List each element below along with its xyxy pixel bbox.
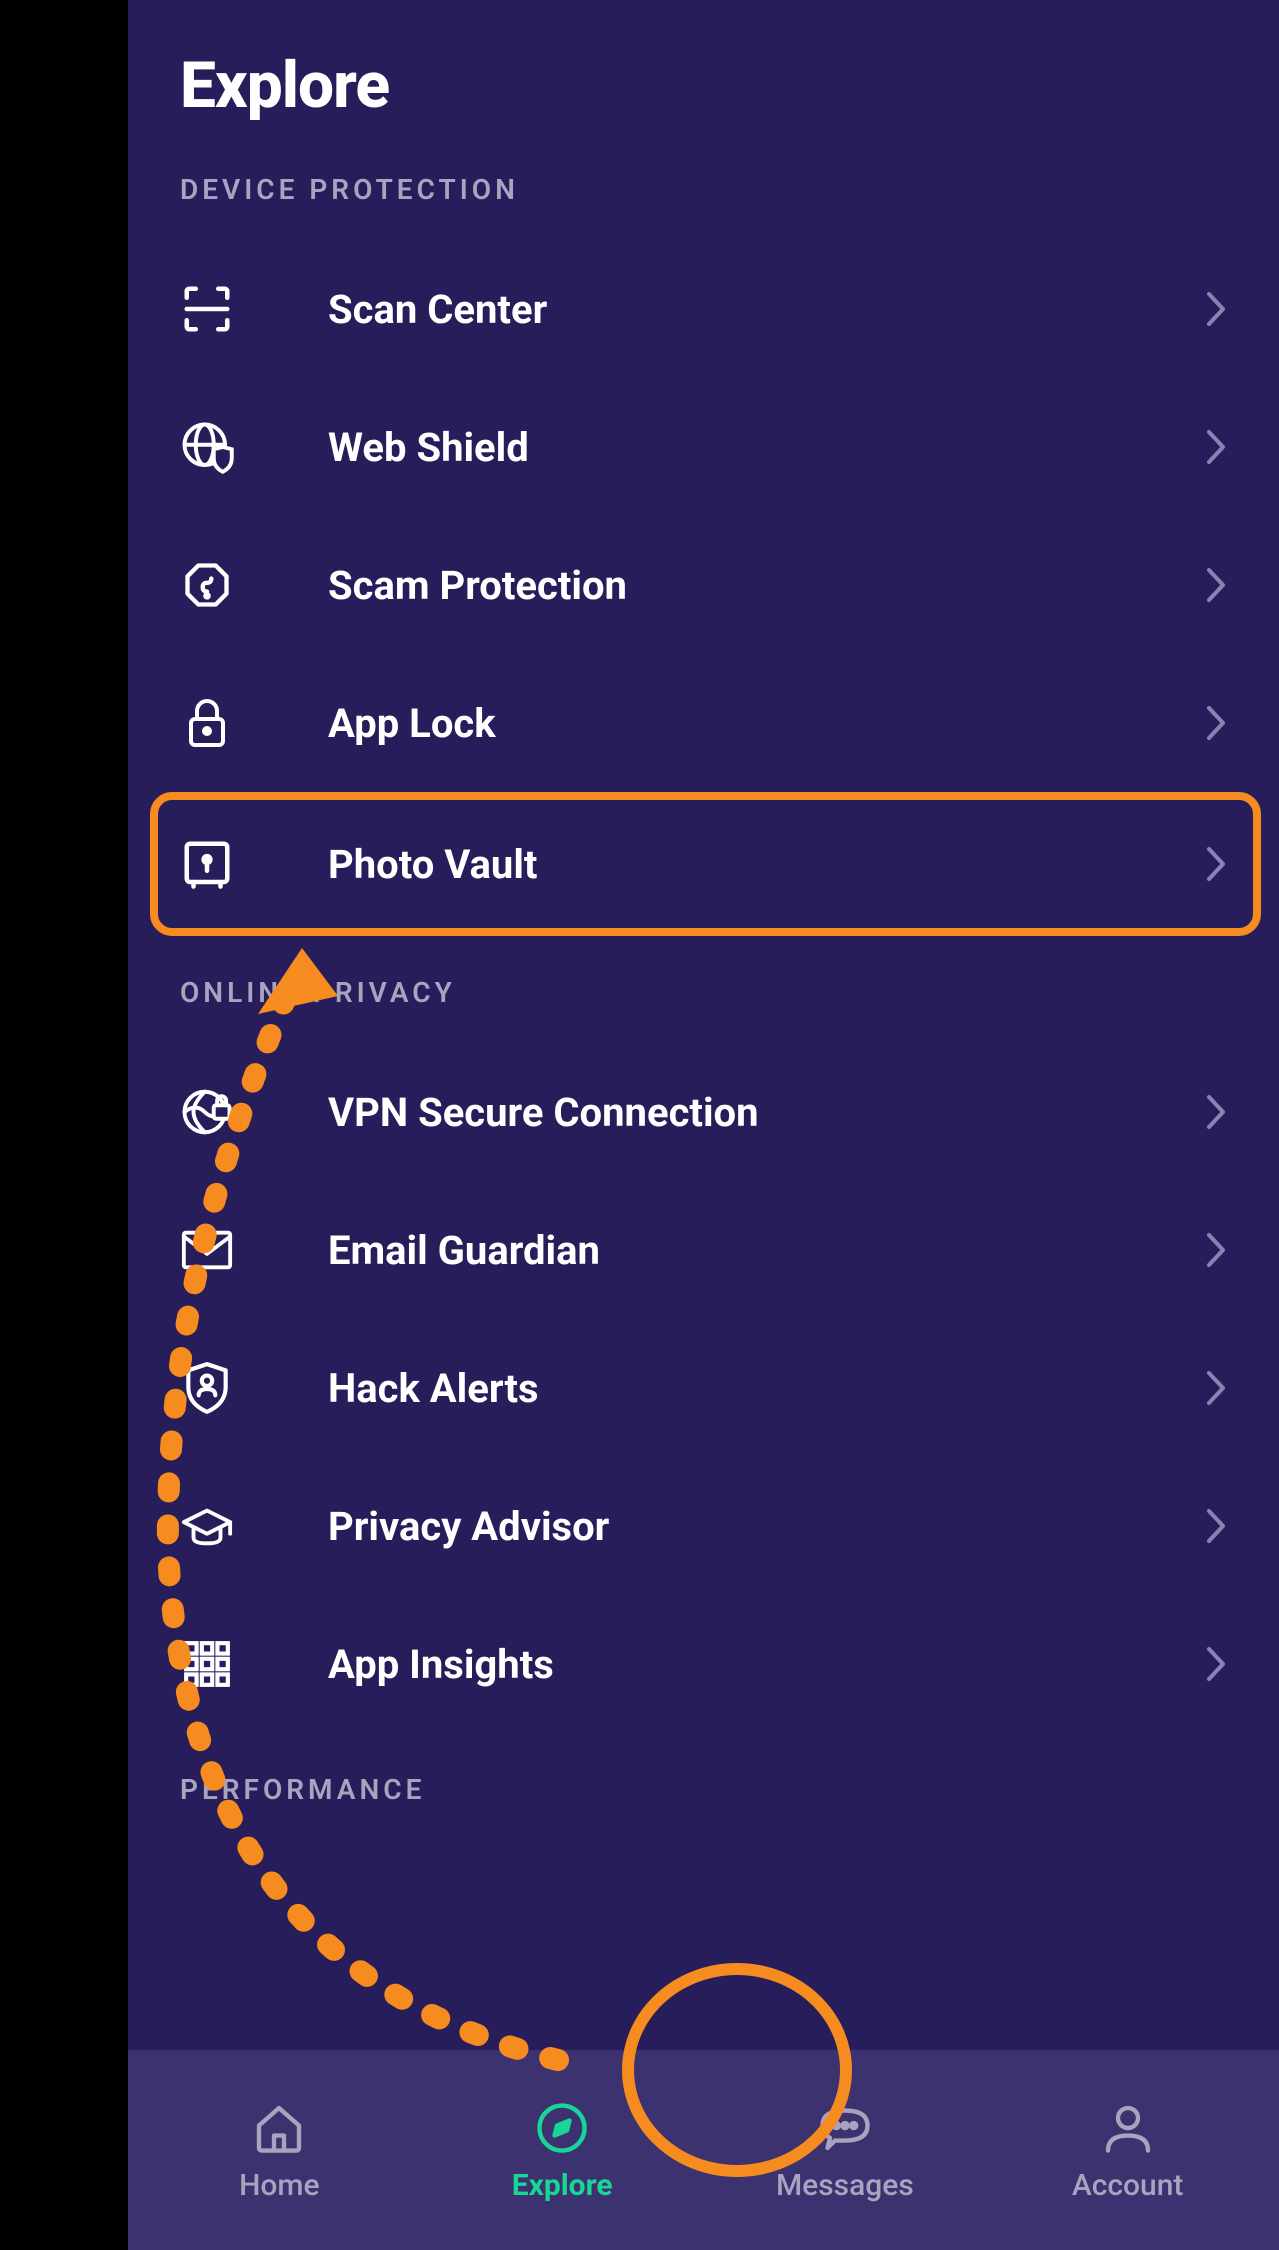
app-screen: Explore DEVICE PROTECTION Scan Center [128,0,1279,2250]
messages-icon [815,2098,875,2158]
chevron-right-icon [1203,566,1227,604]
chevron-right-icon [1203,845,1227,883]
item-label: Hack Alerts [234,1365,1203,1412]
chevron-right-icon [1203,1231,1227,1269]
tab-explore[interactable]: Explore [442,2098,682,2203]
item-scan-center[interactable]: Scan Center [180,240,1227,378]
tab-label: Messages [776,2168,914,2203]
vault-icon [180,836,234,892]
item-photo-vault[interactable]: Photo Vault [150,792,1261,936]
tab-label: Explore [512,2168,613,2203]
chevron-right-icon [1203,1093,1227,1131]
item-privacy-advisor[interactable]: Privacy Advisor [180,1457,1227,1595]
tab-label: Home [239,2168,320,2203]
item-scam-protection[interactable]: Scam Protection [180,516,1227,654]
section-device-protection-label: DEVICE PROTECTION [180,173,1227,206]
item-label: Web Shield [234,424,1203,471]
chevron-right-icon [1203,1645,1227,1683]
item-label: Scan Center [234,286,1203,333]
item-web-shield[interactable]: Web Shield [180,378,1227,516]
scroll-content: Explore DEVICE PROTECTION Scan Center [128,0,1279,2050]
lock-icon [180,695,234,751]
item-label: Photo Vault [234,841,1203,888]
advisor-icon [180,1502,234,1550]
item-app-lock[interactable]: App Lock [180,654,1227,792]
item-label: App Lock [234,700,1203,747]
tab-label: Account [1072,2168,1184,2203]
chevron-right-icon [1203,704,1227,742]
item-email-guardian[interactable]: Email Guardian [180,1181,1227,1319]
item-label: Privacy Advisor [234,1503,1203,1550]
account-icon [1098,2098,1158,2158]
page-title: Explore [180,48,1227,123]
section-performance-label: PERFORMANCE [180,1773,1227,1806]
item-label: Scam Protection [234,562,1203,609]
item-vpn[interactable]: VPN Secure Connection [180,1043,1227,1181]
compass-icon [532,2098,592,2158]
vpn-icon [180,1084,234,1140]
item-hack-alerts[interactable]: Hack Alerts [180,1319,1227,1457]
grid-icon [180,1639,234,1689]
web-shield-icon [180,419,234,475]
tab-messages[interactable]: Messages [725,2098,965,2203]
scam-protection-icon [180,559,234,611]
item-app-insights[interactable]: App Insights [180,1595,1227,1733]
bottom-tab-bar: Home Explore Messages [128,2050,1279,2250]
chevron-right-icon [1203,1369,1227,1407]
home-icon [249,2098,309,2158]
hack-alerts-icon [180,1360,234,1416]
chevron-right-icon [1203,290,1227,328]
item-label: VPN Secure Connection [234,1089,1203,1136]
section-online-privacy-label: ONLINE PRIVACY [180,976,1227,1009]
tab-account[interactable]: Account [1008,2098,1248,2203]
envelope-icon [180,1228,234,1272]
black-sidebar [0,0,128,2250]
tab-home[interactable]: Home [159,2098,399,2203]
item-label: Email Guardian [234,1227,1203,1274]
item-label: App Insights [234,1641,1203,1688]
chevron-right-icon [1203,428,1227,466]
chevron-right-icon [1203,1507,1227,1545]
scan-icon [180,282,234,336]
